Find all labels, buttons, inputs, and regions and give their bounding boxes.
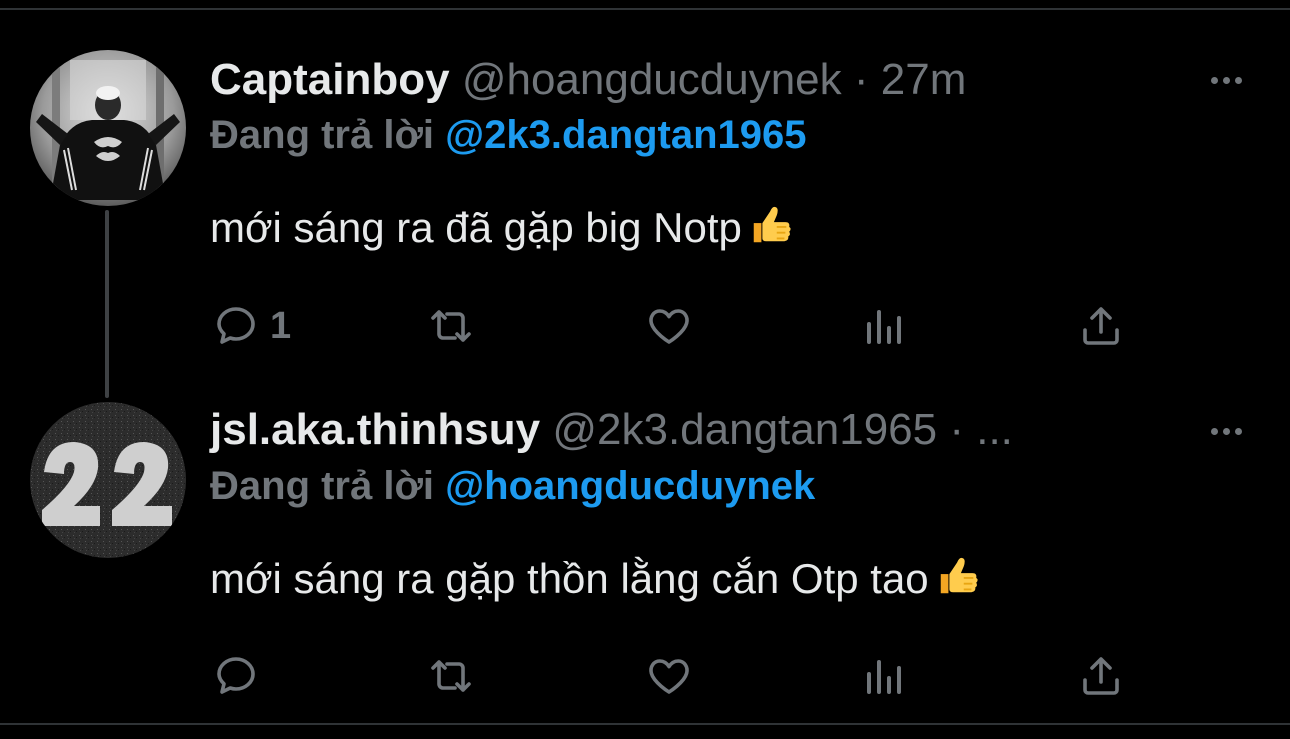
avatar-person-image	[30, 50, 186, 206]
reply-mention-link[interactable]: @2k3.dangtan1965	[445, 113, 806, 157]
retweet-button[interactable]	[427, 646, 475, 706]
tweet-text: mới sáng ra gặp thồn lằng cắn Otp tao	[210, 551, 981, 607]
tweet-actions	[0, 646, 1290, 706]
reply-count: 1	[270, 304, 292, 347]
views-button[interactable]	[861, 296, 909, 356]
reply-icon	[217, 657, 255, 694]
thumbs-up-emoji-icon	[753, 206, 791, 243]
share-button[interactable]	[1077, 646, 1125, 706]
replying-to-line: Đang trả lời @hoangducduynek	[210, 459, 815, 513]
separator-dot: ·	[853, 55, 869, 104]
share-button[interactable]	[1077, 296, 1125, 356]
thumbs-up-emoji-icon	[940, 557, 978, 594]
timestamp[interactable]: 27m	[881, 55, 967, 104]
replying-to-label: Đang trả lời	[210, 464, 435, 508]
display-name[interactable]: Captainboy	[210, 55, 450, 104]
timestamp[interactable]: ...	[976, 405, 1013, 454]
more-options-button[interactable]	[1207, 70, 1247, 90]
replying-to-label: Đang trả lời	[210, 113, 435, 157]
like-icon	[649, 659, 689, 694]
retweet-button[interactable]	[427, 296, 475, 356]
top-divider	[0, 8, 1290, 10]
retweet-icon	[431, 660, 471, 692]
tweet-text-content: mới sáng ra gặp thồn lằng cắn Otp tao	[210, 555, 929, 602]
separator-dot: ·	[949, 405, 964, 454]
bottom-divider	[0, 723, 1290, 725]
tweet-text-content: mới sáng ra đã gặp big Notp	[210, 204, 742, 251]
user-handle[interactable]: @hoangducduynek	[462, 55, 842, 104]
tweet-header: Captainboy @hoangducduynek · 27m	[210, 52, 966, 108]
user-handle[interactable]: @2k3.dangtan1965	[552, 405, 937, 454]
reply-button[interactable]: 1	[212, 296, 291, 356]
avatar-asphalt-22-image	[30, 402, 186, 558]
tweet-text: mới sáng ra đã gặp big Notp	[210, 200, 794, 256]
more-options-button[interactable]	[1207, 421, 1247, 441]
tweet-actions: 1	[0, 296, 1290, 356]
views-button[interactable]	[861, 646, 909, 706]
like-button[interactable]	[645, 296, 693, 356]
retweet-icon	[431, 310, 471, 342]
reply-button[interactable]	[212, 646, 270, 706]
share-icon	[1083, 657, 1119, 695]
avatar[interactable]	[30, 402, 186, 558]
tweet-header: jsl.aka.thinhsuy @2k3.dangtan1965 · ...	[210, 402, 1013, 458]
avatar[interactable]	[30, 50, 186, 206]
views-icon	[867, 660, 901, 694]
reply-mention-link[interactable]: @hoangducduynek	[445, 464, 815, 508]
views-icon	[867, 310, 901, 344]
like-icon	[649, 309, 689, 344]
reply-icon	[217, 307, 255, 344]
display-name[interactable]: jsl.aka.thinhsuy	[210, 405, 540, 454]
share-icon	[1083, 307, 1119, 345]
like-button[interactable]	[645, 646, 693, 706]
replying-to-line: Đang trả lời @2k3.dangtan1965	[210, 108, 807, 162]
